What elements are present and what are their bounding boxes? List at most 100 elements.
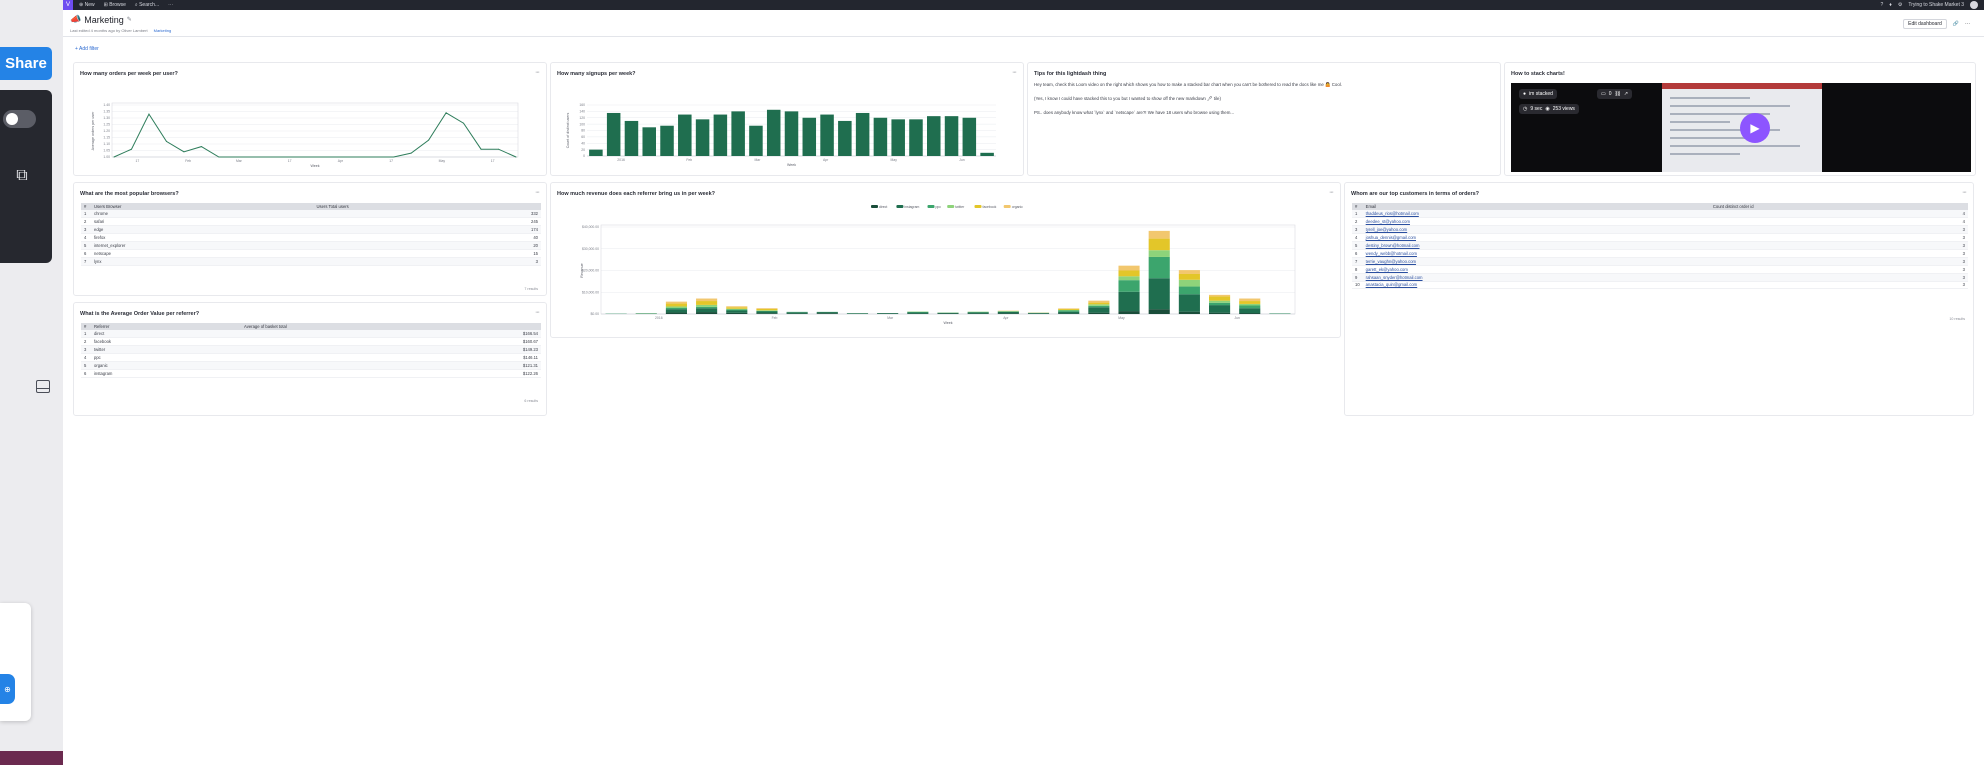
screenshot-line	[1670, 121, 1730, 123]
edit-dashboard-button[interactable]: Edit dashboard	[1903, 19, 1947, 29]
table-row[interactable]: 4 joshua_dennis@gmail.com 3	[1352, 233, 1968, 243]
signups-bar	[713, 114, 728, 156]
link-icon[interactable]: ⛓	[1615, 91, 1621, 97]
table-cell[interactable]: tyrell_joe@yahoo.com	[1362, 225, 1710, 235]
help-icon[interactable]: ?	[1881, 2, 1884, 8]
play-icon[interactable]: ▶	[1740, 113, 1770, 143]
column-header[interactable]: Email	[1362, 203, 1710, 210]
share-button[interactable]: Share	[0, 47, 52, 80]
nav-browse[interactable]: ⊞ Browse	[104, 2, 126, 8]
card-menu-icon[interactable]: ···	[1962, 189, 1967, 196]
add-filter-button[interactable]: + Add filter	[75, 46, 99, 52]
column-header[interactable]: Average of basket total	[241, 323, 541, 330]
video-actions: ▭ 0 ⛓ ↗	[1597, 89, 1633, 99]
table-row[interactable]: 8 garett_ek@yahoo.com 3	[1352, 265, 1968, 274]
external-link-icon[interactable]: ↗	[1624, 91, 1628, 97]
revenue-bar-segment	[696, 298, 718, 302]
table-row[interactable]: 3 tyrell_joe@yahoo.com 3	[1352, 225, 1968, 235]
table-cell[interactable]: joshua_dennis@gmail.com	[1362, 233, 1710, 243]
y-tick-label: 40	[581, 141, 585, 145]
table-cell[interactable]: destiny_brown@hotmail.com	[1362, 241, 1710, 250]
table-cell[interactable]: terrie_vaughn@yahoo.com	[1362, 257, 1710, 266]
card-menu-icon[interactable]: ···	[535, 309, 540, 316]
revenue-bar-segment	[1209, 305, 1231, 313]
table-cell: 15	[313, 249, 541, 258]
table-row[interactable]: 7 lynx 3	[81, 257, 541, 266]
table-cell[interactable]: wendy_webb@hotmail.com	[1362, 249, 1710, 258]
table-cell[interactable]: deedee_st@yahoo.com	[1362, 217, 1710, 227]
x-tick-label: 17	[491, 159, 495, 163]
table-header-row: # Referrer Average of basket total	[81, 323, 541, 330]
column-header[interactable]: #	[81, 203, 91, 210]
table-cell[interactable]: thaddeus_rios@hotmail.com	[1362, 210, 1710, 219]
table-row[interactable]: 3 edge 174	[81, 225, 541, 235]
table-row[interactable]: 2 facebook $160.67	[81, 337, 541, 347]
column-header[interactable]: #	[81, 323, 91, 330]
nav-more-icon[interactable]: ⋯	[168, 2, 173, 8]
table-row[interactable]: 2 safari 245	[81, 217, 541, 227]
revenue-bar-segment	[816, 313, 838, 314]
camera-toggle[interactable]	[3, 110, 36, 128]
left-panel-footer	[0, 751, 63, 765]
project-switcher[interactable]: Trying to Shake Market 3	[1908, 2, 1964, 8]
column-header[interactable]: #	[1352, 203, 1363, 210]
nav-new[interactable]: ⊕ New	[79, 2, 95, 8]
table-cell[interactable]: anastacia_quin@gmail.com	[1362, 281, 1710, 290]
legend-swatch	[974, 205, 982, 208]
table-row[interactable]: 5 organic $121.31	[81, 361, 541, 370]
legend-swatch	[896, 205, 904, 208]
table-row[interactable]: 4 firefox 40	[81, 233, 541, 243]
y-tick-label: 0	[583, 154, 585, 158]
table-cell[interactable]: rahsaan_snyder@hotmail.com	[1362, 273, 1710, 282]
comment-icon[interactable]: ▭	[1601, 91, 1606, 97]
notifications-icon[interactable]: ♦	[1889, 2, 1892, 8]
app-logo-icon[interactable]: V	[63, 0, 73, 10]
table-row[interactable]: 9 rahsaan_snyder@hotmail.com 3	[1352, 273, 1968, 282]
table-row[interactable]: 4 ppc $146.11	[81, 353, 541, 363]
record-button[interactable]: ⊕	[0, 674, 15, 704]
table-row[interactable]: 6 wendy_webb@hotmail.com 3	[1352, 249, 1968, 258]
pencil-icon[interactable]: ✎	[127, 16, 132, 23]
table-row[interactable]: 1 chrome 332	[81, 210, 541, 219]
column-header[interactable]: Users Browser	[91, 203, 314, 210]
table-row[interactable]: 1 direct $166.54	[81, 330, 541, 339]
table-row[interactable]: 2 deedee_st@yahoo.com 4	[1352, 217, 1968, 227]
table-row[interactable]: 5 destiny_brown@hotmail.com 3	[1352, 241, 1968, 250]
table-row[interactable]: 3 twitter $149.23	[81, 345, 541, 355]
revenue-bar-segment	[1148, 278, 1170, 310]
table-cell: 3	[1709, 257, 1968, 266]
copy-icon[interactable]: ⧉	[10, 165, 34, 187]
x-tick-label: Feb	[185, 159, 191, 163]
revenue-bar-segment	[1058, 313, 1080, 314]
y-tick-label: 1.15	[103, 136, 110, 140]
table-row[interactable]: 6 netscape 15	[81, 249, 541, 258]
video-player[interactable]: ● im stacked ▭ 0 ⛓ ↗ ◷ 9 sec ◉ 253 views ▶	[1511, 83, 1971, 172]
orders-data-point	[165, 140, 167, 142]
header-divider	[63, 36, 1984, 37]
settings-icon[interactable]: ⚙	[1898, 2, 1902, 8]
y-tick-label: 20	[581, 148, 585, 152]
table-row[interactable]: 10 anastacia_quin@gmail.com 3	[1352, 281, 1968, 290]
revenue-bar-segment	[1178, 286, 1200, 295]
table-cell: twitter	[91, 345, 242, 355]
card-menu-icon[interactable]: ···	[535, 189, 540, 196]
orders-data-point	[480, 148, 482, 150]
header-more-icon[interactable]: ···	[1965, 21, 1970, 27]
table-cell: 1	[81, 330, 91, 339]
table-row[interactable]: 1 thaddeus_rios@hotmail.com 4	[1352, 210, 1968, 219]
table-cell[interactable]: garett_ek@yahoo.com	[1362, 265, 1710, 274]
column-header[interactable]: Users Total users	[313, 203, 541, 210]
panel-layout-icon[interactable]	[36, 380, 50, 393]
y-tick-label: 100	[579, 122, 585, 126]
column-header[interactable]: Count distinct order id	[1709, 203, 1968, 210]
video-stats-pill: ◷ 9 sec ◉ 253 views	[1519, 104, 1579, 114]
table-row[interactable]: 7 terrie_vaughn@yahoo.com 3	[1352, 257, 1968, 266]
table-row[interactable]: 6 instagram $122.26	[81, 369, 541, 378]
revenue-bar-segment	[665, 301, 687, 304]
space-tag[interactable]: Marketing	[154, 28, 172, 33]
link-icon[interactable]: 🔗	[1953, 21, 1959, 27]
column-header[interactable]: Referrer	[91, 323, 242, 330]
table-row[interactable]: 5 internet_explorer 20	[81, 241, 541, 250]
avatar[interactable]	[1970, 1, 1978, 9]
nav-search[interactable]: ⌕ Search...	[135, 2, 159, 8]
